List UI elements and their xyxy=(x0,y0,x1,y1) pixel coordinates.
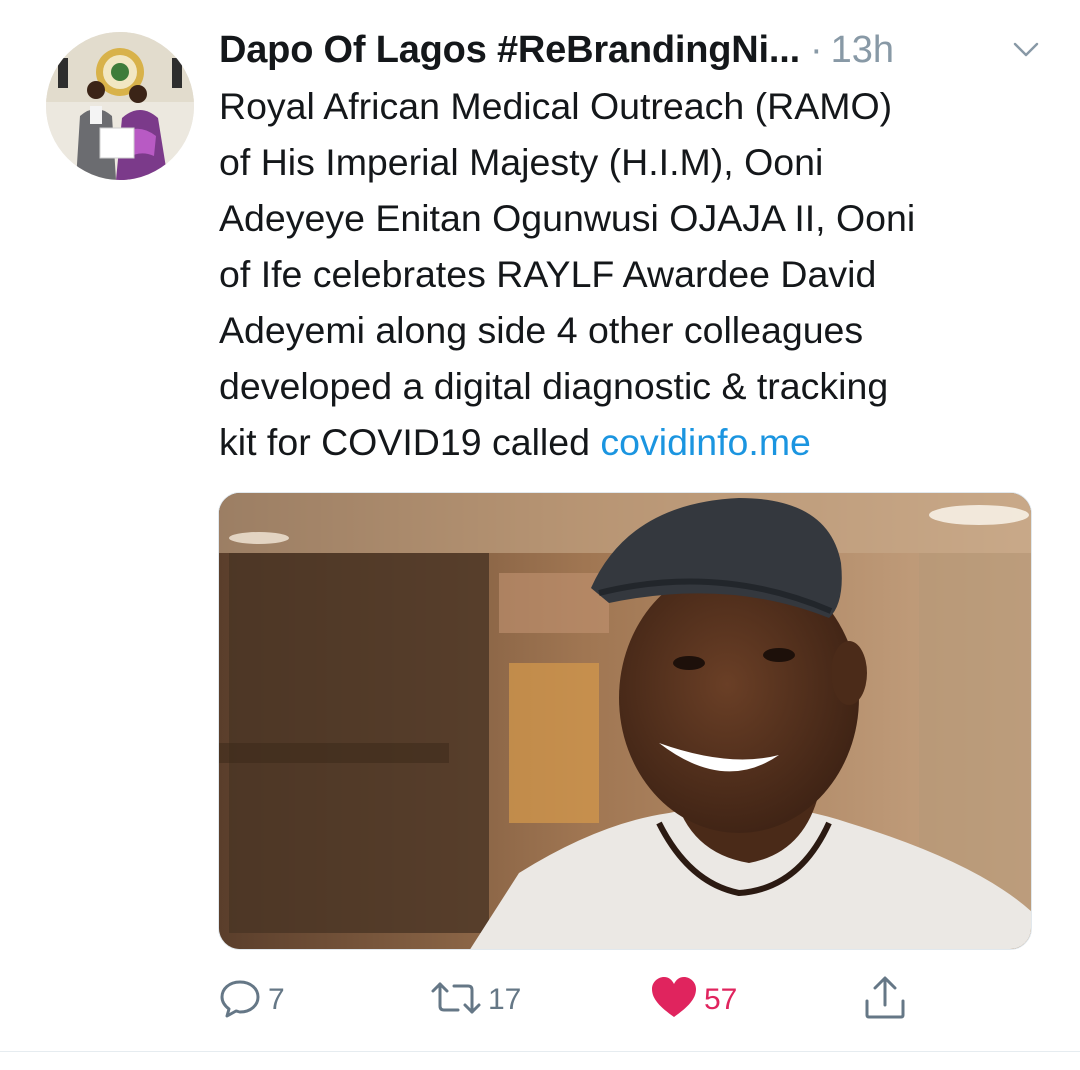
heart-icon xyxy=(650,976,698,1025)
tweet-text-line: Adeyemi along side 4 other colleagues xyxy=(219,309,864,351)
tweet-header: Dapo Of Lagos #ReBrandingNi... · 13h xyxy=(219,24,1049,76)
tweet-text-line: kit for COVID19 called xyxy=(219,421,601,463)
avatar[interactable] xyxy=(46,32,194,180)
retweet-icon xyxy=(430,976,482,1025)
tweet-text: Royal African Medical Outreach (RAMO) of… xyxy=(219,78,1049,470)
retweet-button[interactable]: 17 xyxy=(430,972,521,1028)
tweet-actions: 7 17 57 xyxy=(218,972,1038,1028)
share-icon xyxy=(862,975,908,1026)
share-button[interactable] xyxy=(862,972,908,1028)
tweet-text-line: of His Imperial Majesty (H.I.M), Ooni xyxy=(219,141,824,183)
divider xyxy=(0,1051,1080,1052)
avatar-photo xyxy=(46,32,194,180)
tweet-text-line: Adeyeye Enitan Ogunwusi OJAJA II, Ooni xyxy=(219,197,916,239)
retweet-count: 17 xyxy=(488,983,522,1016)
reply-count: 7 xyxy=(268,983,285,1016)
separator: · xyxy=(809,28,823,71)
tweet-image[interactable] xyxy=(218,492,1032,950)
tweet-link[interactable]: covidinfo.me xyxy=(600,421,811,463)
timestamp[interactable]: 13h xyxy=(831,29,894,72)
tweet-text-line: Royal African Medical Outreach (RAMO) xyxy=(219,85,893,127)
reply-button[interactable]: 7 xyxy=(218,972,285,1028)
tweet-photo xyxy=(219,493,1031,949)
tweet-text-line: of Ife celebrates RAYLF Awardee David xyxy=(219,253,877,295)
display-name[interactable]: Dapo Of Lagos #ReBrandingNi... xyxy=(219,29,800,72)
like-count: 57 xyxy=(704,983,738,1016)
chevron-down-icon[interactable] xyxy=(1011,38,1041,62)
reply-icon xyxy=(218,976,262,1025)
like-button[interactable]: 57 xyxy=(650,972,737,1028)
tweet-text-line: developed a digital diagnostic & trackin… xyxy=(219,365,889,407)
